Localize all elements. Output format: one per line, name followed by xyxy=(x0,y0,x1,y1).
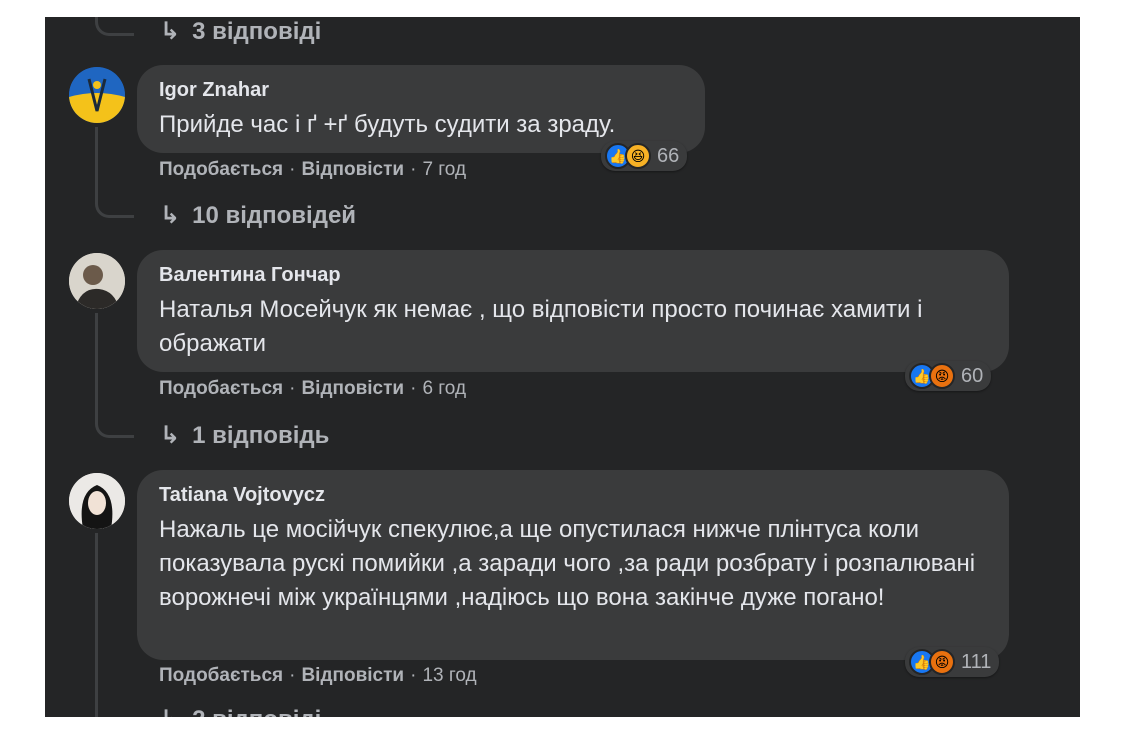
reply-arrow-icon: ↳ xyxy=(160,202,181,229)
replies-count-label: 10 відповідей xyxy=(192,201,357,229)
replies-count-label: 1 відповідь xyxy=(192,421,330,449)
reactions-summary[interactable]: 👍 😆 66 xyxy=(601,141,688,171)
reply-button[interactable]: Відповісти xyxy=(301,378,404,400)
like-button[interactable]: Подобається xyxy=(159,378,283,400)
avatar[interactable] xyxy=(69,253,125,309)
comment-text: Наталья Мосейчук як немає , що відповіст… xyxy=(159,296,923,357)
avatar[interactable] xyxy=(69,473,125,529)
like-button[interactable]: Подобається xyxy=(159,159,283,181)
like-button[interactable]: Подобається xyxy=(159,665,283,687)
comment-bubble: Igor Znahar Прийде час і ґ +ґ будуть суд… xyxy=(137,65,705,153)
separator: · xyxy=(289,378,296,399)
separator: · xyxy=(410,378,417,399)
reaction-count: 66 xyxy=(657,144,680,167)
view-replies-link[interactable]: ↳ 2 відповіді xyxy=(160,705,321,718)
view-replies-link[interactable]: ↳ 1 відповідь xyxy=(160,421,329,450)
separator: · xyxy=(410,159,417,180)
avatar-photo-icon xyxy=(69,473,125,529)
replies-count-label: 3 відповіді xyxy=(192,17,322,45)
comment-actions: Подобається · Відповісти · 6 год xyxy=(159,378,466,400)
reactions-summary[interactable]: 👍 😡 111 xyxy=(905,647,1000,677)
comment-bubble: Валентина Гончар Наталья Мосейчук як нем… xyxy=(137,250,1009,372)
view-replies-link[interactable]: ↳ 3 відповіді xyxy=(160,17,321,46)
comments-screen: ↳ 3 відповіді Igor Znahar Прийде час і ґ… xyxy=(45,17,1080,717)
reply-arrow-icon: ↳ xyxy=(160,18,181,45)
replies-count-label: 2 відповіді xyxy=(192,706,321,718)
reply-button[interactable]: Відповісти xyxy=(301,159,404,181)
separator: · xyxy=(410,665,417,686)
separator: · xyxy=(289,159,296,180)
comment-actions: Подобається · Відповісти · 13 год xyxy=(159,665,477,687)
comment-author[interactable]: Igor Znahar xyxy=(159,79,683,102)
reply-button[interactable]: Відповісти xyxy=(301,665,404,687)
comment-text: Нажаль це мосійчук спекулює,а ще опустил… xyxy=(159,516,976,611)
thread-connector xyxy=(95,407,134,438)
avatar[interactable] xyxy=(69,67,125,123)
comment-actions: Подобається · Відповісти · 7 год xyxy=(159,159,466,181)
avatar-logo-icon xyxy=(69,67,125,123)
thread-line xyxy=(95,533,98,717)
reaction-count: 111 xyxy=(961,650,992,673)
view-replies-link[interactable]: ↳ 10 відповідей xyxy=(160,201,356,230)
angry-icon: 😡 xyxy=(929,649,955,675)
comment-timestamp[interactable]: 7 год xyxy=(422,159,466,181)
thread-connector xyxy=(95,187,134,218)
comment-timestamp[interactable]: 6 год xyxy=(422,378,466,400)
reply-arrow-icon: ↳ xyxy=(160,705,180,717)
haha-icon: 😆 xyxy=(625,143,651,169)
reply-arrow-icon: ↳ xyxy=(160,422,181,449)
reaction-count: 60 xyxy=(961,364,984,387)
comment-bubble: Tatiana Vojtovycz Нажаль це мосійчук спе… xyxy=(137,470,1009,660)
comment-text: Прийде час і ґ +ґ будуть судити за зраду… xyxy=(159,111,616,138)
separator: · xyxy=(289,665,296,686)
angry-icon: 😡 xyxy=(929,363,955,389)
comment-author[interactable]: Валентина Гончар xyxy=(159,264,987,287)
reactions-summary[interactable]: 👍 😡 60 xyxy=(905,361,992,391)
comment-timestamp[interactable]: 13 год xyxy=(422,665,476,687)
thread-connector xyxy=(95,17,134,36)
comment-author[interactable]: Tatiana Vojtovycz xyxy=(159,484,987,507)
thread-line xyxy=(95,313,98,417)
avatar-photo-icon xyxy=(69,253,125,309)
